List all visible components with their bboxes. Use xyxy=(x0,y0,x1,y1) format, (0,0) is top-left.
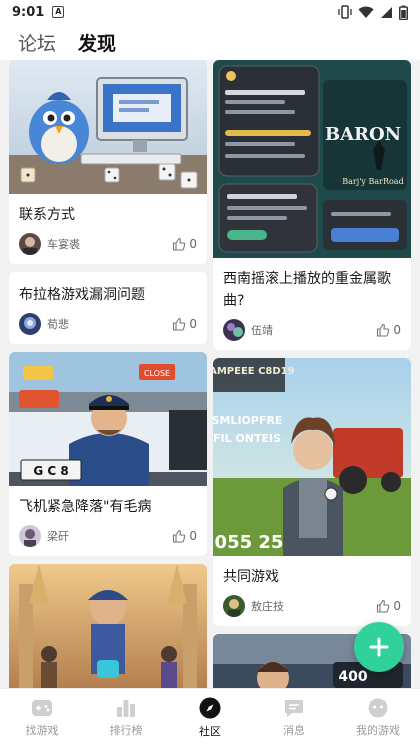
game-tag-text: FAMPEEE C8D19 xyxy=(213,366,295,377)
ranking-icon xyxy=(117,700,135,717)
nav-label: 消息 xyxy=(283,724,305,737)
nav-ranking[interactable]: 排行榜 xyxy=(84,689,168,746)
post-title: 布拉格游戏漏洞问题 xyxy=(19,287,145,303)
post-title: 飞机紧急降落"有毛病 xyxy=(19,499,152,515)
author-name: 车宴裘 xyxy=(47,238,80,251)
author-name: 伍靖 xyxy=(251,324,273,337)
discover-feed[interactable]: 联系方式 车宴裘 0 布拉格游戏漏洞问题 荀悲 0 CLOSE G C 8 飞机… xyxy=(0,60,420,688)
create-post-button[interactable] xyxy=(354,622,404,672)
nav-find-games[interactable]: 找游戏 xyxy=(0,689,84,746)
thumbs-up-icon xyxy=(173,317,186,331)
gamepad-icon xyxy=(32,700,52,716)
bottom-nav: 找游戏 排行榜 社区 消息 我的游戏 xyxy=(0,688,420,746)
nav-my-games[interactable]: 我的游戏 xyxy=(336,689,420,746)
like-count: 0 xyxy=(393,599,401,613)
top-tab-bar: 论坛 发现 xyxy=(0,24,420,60)
nav-messages[interactable]: 消息 xyxy=(252,689,336,746)
author-name: 荀悲 xyxy=(47,318,69,331)
thumbs-up-icon xyxy=(173,529,186,543)
nav-label: 社区 xyxy=(199,725,221,738)
message-icon xyxy=(285,700,303,717)
post-card[interactable]: 布拉格游戏漏洞问题 荀悲 0 xyxy=(9,272,207,344)
tab-forum[interactable]: 论坛 xyxy=(18,29,56,60)
post-image-farm-game: FAMPEEE C8D19 SMLIOPFRE FIL ONTEIS 055 2… xyxy=(213,358,411,556)
battery-icon xyxy=(399,5,408,20)
feed-column-right: BARON Barj'y BarRoad 西南摇滚上播放的重金属歌曲? 伍靖 0 xyxy=(213,60,411,688)
like-count: 0 xyxy=(393,323,401,337)
game-bottom-text: 055 25 xyxy=(215,532,284,553)
like-count: 0 xyxy=(189,237,197,251)
post-image-bird-computer xyxy=(9,60,207,194)
author-avatar xyxy=(19,313,41,335)
compass-icon xyxy=(199,697,221,719)
notification-badge-icon: A xyxy=(52,6,65,18)
status-icons xyxy=(338,5,408,20)
thumbs-up-icon xyxy=(173,237,186,251)
like-button[interactable]: 0 xyxy=(172,529,197,543)
plus-icon xyxy=(369,637,389,657)
post-meta: 敖庄技 0 xyxy=(213,592,411,626)
post-card[interactable]: BARON Barj'y BarRoad 西南摇滚上播放的重金属歌曲? 伍靖 0 xyxy=(213,60,411,350)
post-meta: 车宴裘 0 xyxy=(9,230,207,264)
author-avatar xyxy=(19,525,41,547)
signal-icon xyxy=(381,6,392,18)
post-card[interactable] xyxy=(9,564,207,688)
vibrate-icon xyxy=(338,5,352,19)
baron-sub-text: Barj'y BarRoad xyxy=(342,177,403,186)
like-button[interactable]: 0 xyxy=(376,323,401,337)
game-line2-text: FIL ONTEIS xyxy=(213,432,281,445)
author-avatar xyxy=(223,319,245,341)
author-avatar xyxy=(223,595,245,617)
profile-game-icon xyxy=(368,698,388,718)
thumbs-up-icon xyxy=(377,323,390,337)
post-card[interactable]: 联系方式 车宴裘 0 xyxy=(9,60,207,264)
plate-text: G C 8 xyxy=(33,464,68,478)
author-name: 梁矸 xyxy=(47,530,69,543)
close-sign-text: CLOSE xyxy=(144,369,170,378)
status-time: 9:01 xyxy=(12,4,45,20)
like-count: 0 xyxy=(189,529,197,543)
post-card[interactable]: CLOSE G C 8 飞机紧急降落"有毛病 梁矸 0 xyxy=(9,352,207,556)
tab-discover[interactable]: 发现 xyxy=(78,29,117,60)
game-line1-text: SMLIOPFRE xyxy=(213,414,282,427)
nav-community[interactable]: 社区 xyxy=(168,689,252,746)
post-image-fantasy-temple xyxy=(9,564,207,688)
nav-label: 我的游戏 xyxy=(356,724,400,737)
wifi-icon xyxy=(358,6,374,18)
post-meta: 伍靖 0 xyxy=(213,316,411,350)
score-text: 400 xyxy=(338,669,367,685)
post-title: 联系方式 xyxy=(19,207,75,223)
post-image-police-officer: CLOSE G C 8 xyxy=(9,352,207,486)
post-card[interactable]: FAMPEEE C8D19 SMLIOPFRE FIL ONTEIS 055 2… xyxy=(213,358,411,626)
author-name: 敖庄技 xyxy=(251,600,284,613)
like-count: 0 xyxy=(189,317,197,331)
status-bar: 9:01 A xyxy=(0,0,420,24)
feed-column-left: 联系方式 车宴裘 0 布拉格游戏漏洞问题 荀悲 0 CLOSE G C 8 飞机… xyxy=(9,60,207,688)
author-avatar xyxy=(19,233,41,255)
post-image-baron-app: BARON Barj'y BarRoad xyxy=(213,60,411,258)
post-title: 西南摇滚上播放的重金属歌曲? xyxy=(223,271,391,309)
like-button[interactable]: 0 xyxy=(172,317,197,331)
baron-title-text: BARON xyxy=(325,124,401,145)
thumbs-up-icon xyxy=(377,599,390,613)
post-title: 共同游戏 xyxy=(223,569,279,585)
like-button[interactable]: 0 xyxy=(376,599,401,613)
nav-label: 找游戏 xyxy=(25,724,59,737)
nav-label: 排行榜 xyxy=(109,724,143,737)
post-meta: 荀悲 0 xyxy=(9,310,207,344)
like-button[interactable]: 0 xyxy=(172,237,197,251)
post-meta: 梁矸 0 xyxy=(9,522,207,556)
